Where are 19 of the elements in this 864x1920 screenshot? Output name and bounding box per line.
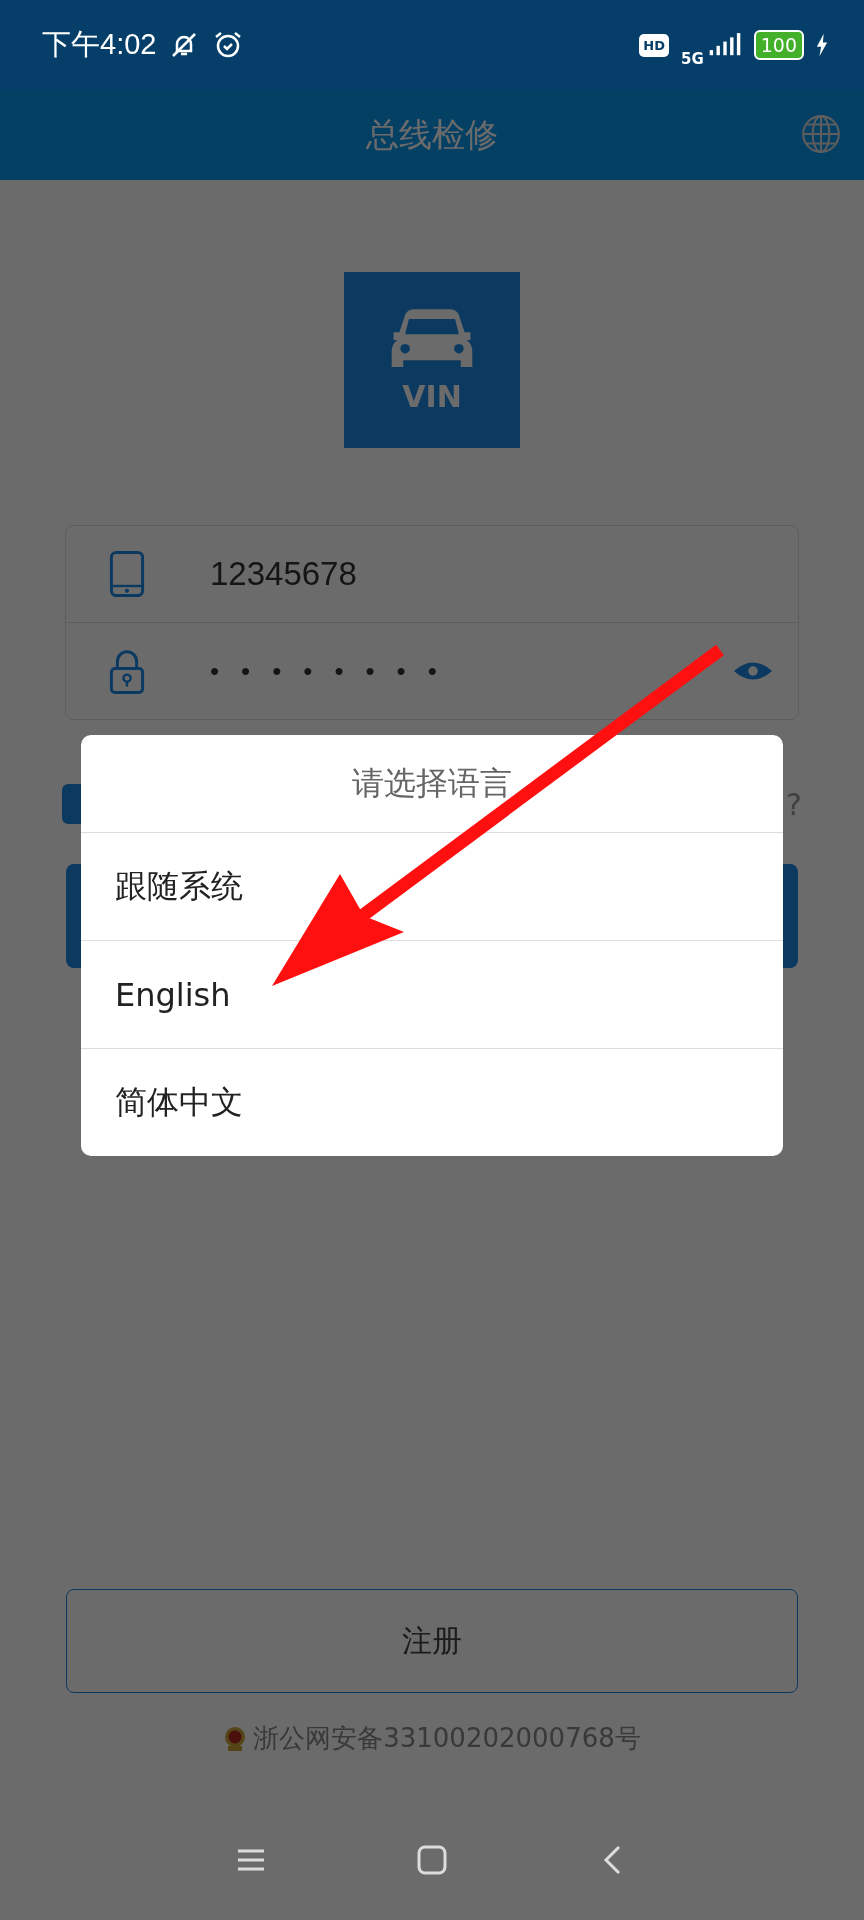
phone-icon	[108, 550, 146, 598]
language-option[interactable]: 跟随系统	[81, 833, 783, 940]
register-button[interactable]: 注册	[66, 1589, 798, 1693]
clock-time: 下午4:02	[42, 27, 157, 62]
home-icon[interactable]	[416, 1844, 448, 1876]
signal-icon	[707, 32, 742, 58]
charging-icon	[816, 33, 828, 57]
battery-indicator: 100	[753, 30, 804, 60]
dialog-title: 请选择语言	[81, 735, 783, 833]
hd-badge: HD	[639, 33, 669, 57]
password-input[interactable]: ••••••••	[210, 655, 732, 687]
logo-caption: VIN	[402, 378, 462, 414]
help-mark[interactable]: ?	[786, 786, 802, 822]
language-option[interactable]: 简体中文	[81, 1048, 783, 1156]
network-label: 5G	[681, 50, 704, 68]
eye-icon[interactable]	[732, 659, 774, 683]
phone-input[interactable]: 12345678	[210, 555, 357, 593]
app-title: 总线检修	[366, 113, 498, 156]
lock-icon	[108, 647, 146, 695]
